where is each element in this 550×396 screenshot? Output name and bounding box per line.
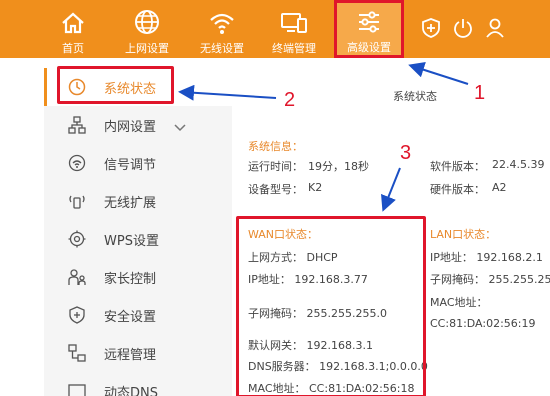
- annotation-number-3: 3: [400, 142, 412, 164]
- annotation-arrow-2: [178, 84, 277, 101]
- annotation-arrow-3: [381, 167, 401, 212]
- annotation-number-2: 2: [284, 89, 296, 111]
- annotation-arrows: [178, 62, 469, 212]
- annotation-arrow-1: [408, 62, 469, 85]
- annotation-number-1: 1: [474, 82, 486, 104]
